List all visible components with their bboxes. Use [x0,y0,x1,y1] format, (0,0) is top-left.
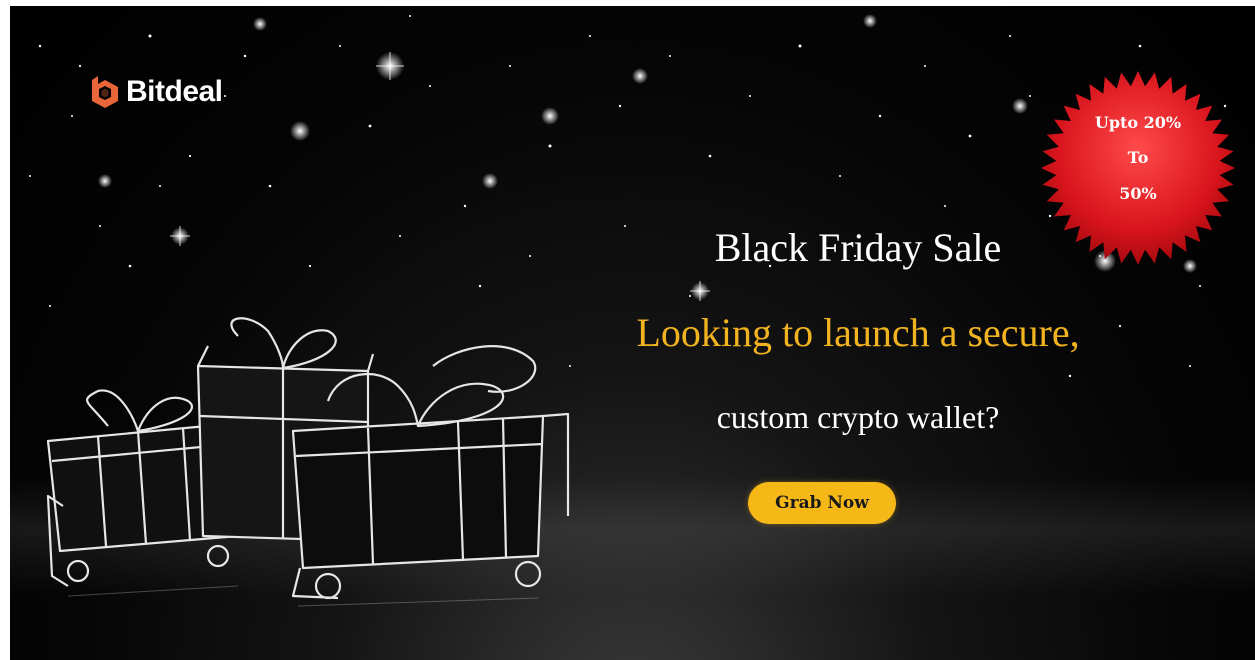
sale-question: custom crypto wallet? [716,399,1000,435]
badge-line-upto: Upto 20% [1094,113,1182,132]
grab-now-button[interactable]: Grab Now [748,482,896,524]
bitdeal-logo-icon [92,76,118,108]
brand-name: Bitdeal [126,75,223,108]
gift-boxes-illustration [46,317,570,607]
sale-subtitle: Looking to launch a secure, [636,310,1080,355]
discount-badge: Upto 20% To 50% [1038,68,1238,268]
discount-starburst-icon [1041,71,1235,265]
badge-line-to: To [1127,148,1149,167]
badge-line-percent: 50% [1119,184,1157,203]
promo-banner[interactable]: Bitdeal Black Friday Sale Looking to lau… [10,6,1255,660]
brand-logo[interactable]: Bitdeal [88,74,223,110]
